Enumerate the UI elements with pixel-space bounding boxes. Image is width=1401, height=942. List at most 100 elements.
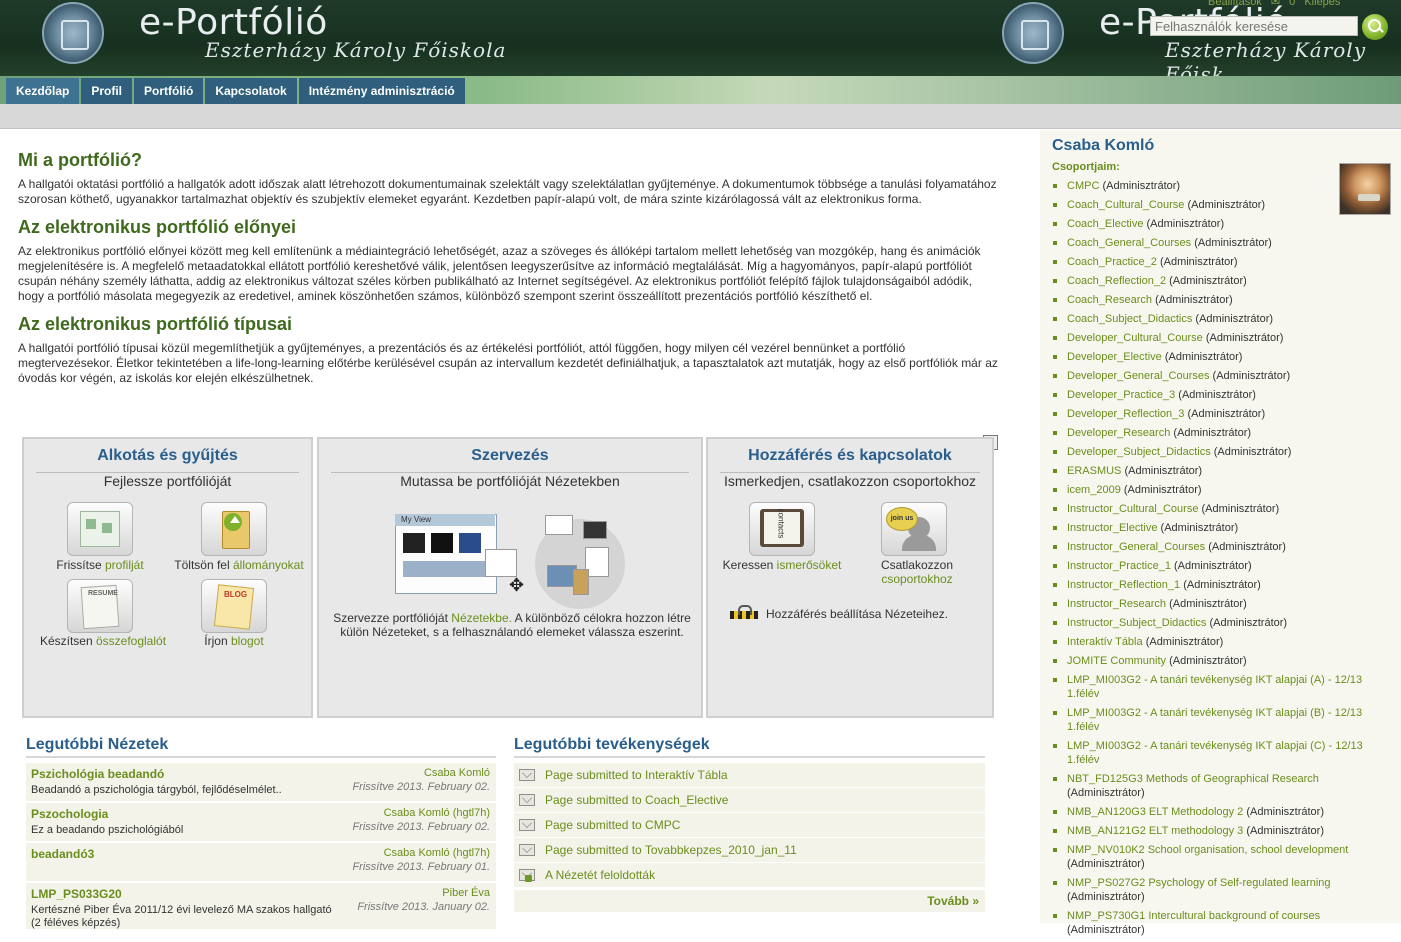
group-link[interactable]: ERASMUS [1067,465,1121,477]
group-link[interactable]: Instructor_Subject_Didactics [1067,617,1206,629]
sidebar-group-item[interactable]: Instructor_Elective (Adminisztrátor) [1052,521,1392,535]
group-link[interactable]: LMP_MI003G2 - A tanári tevékenység IKT a… [1067,740,1363,766]
activity-item[interactable]: A Nézetét feloldották [514,863,985,888]
update-profile-caption[interactable]: Frissítse profilját [44,558,156,572]
sidebar-group-item[interactable]: Coach_General_Courses (Adminisztrátor) [1052,236,1392,250]
more-activities-link[interactable]: Tovább » [514,890,985,912]
sidebar-group-item[interactable]: Developer_Elective (Adminisztrátor) [1052,350,1392,364]
group-link[interactable]: Interaktív Tábla [1067,636,1143,648]
group-link[interactable]: CMPC [1067,180,1099,192]
activity-item[interactable]: Page submitted to Tovabbkepzes_2010_jan_… [514,838,985,863]
activity-label[interactable]: Page submitted to Coach_Elective [545,793,728,807]
activity-item[interactable]: Page submitted to Interaktív Tábla [514,763,985,788]
sidebar-group-item[interactable]: Coach_Elective (Adminisztrátor) [1052,217,1392,231]
tab-profile[interactable]: Profil [81,78,133,104]
blog-link[interactable]: blogot [231,634,264,648]
sidebar-group-item[interactable]: Developer_Subject_Didactics (Adminisztrá… [1052,445,1392,459]
group-link[interactable]: Developer_Subject_Didactics [1067,446,1211,458]
group-link[interactable]: NBT_FD125G3 Methods of Geographical Rese… [1067,773,1319,785]
sidebar-group-item[interactable]: Developer_General_Courses (Adminisztráto… [1052,369,1392,383]
group-link[interactable]: NMP_NV010K2 School organisation, school … [1067,844,1348,856]
sidebar-group-item[interactable]: NBT_FD125G3 Methods of Geographical Rese… [1052,772,1392,800]
sidebar-group-item[interactable]: Instructor_Practice_1 (Adminisztrátor) [1052,559,1392,573]
group-link[interactable]: Developer_Reflection_3 [1067,408,1184,420]
sidebar-group-item[interactable]: Instructor_Reflection_1 (Adminisztrátor) [1052,578,1392,592]
sidebar-group-item[interactable]: Developer_Cultural_Course (Adminisztráto… [1052,331,1392,345]
activity-item[interactable]: Page submitted to CMPC [514,813,985,838]
group-link[interactable]: NMB_AN120G3 ELT Methodology 2 [1067,806,1243,818]
activity-label[interactable]: Page submitted to CMPC [545,818,680,832]
inbox-icon[interactable]: ✉ [1271,0,1280,8]
view-title[interactable]: Pszochologia [31,807,108,821]
profile-link[interactable]: profilját [105,558,144,572]
contacts-book-icon[interactable]: contacts [749,502,815,556]
group-link[interactable]: Coach_Elective [1067,218,1143,230]
group-link[interactable]: Developer_Elective [1067,351,1162,363]
resume-icon[interactable]: RESUME [67,579,133,633]
activity-item[interactable]: Page submitted to Coach_Elective [514,788,985,813]
sidebar-group-item[interactable]: Developer_Research (Adminisztrátor) [1052,426,1392,440]
group-link[interactable]: JOMITE Community [1067,655,1166,667]
sidebar-group-item[interactable]: NMB_AN120G3 ELT Methodology 2 (Adminiszt… [1052,805,1392,819]
tab-portfolio[interactable]: Portfólió [134,78,204,104]
search-icon[interactable] [1362,14,1388,40]
sidebar-group-item[interactable]: LMP_MI003G2 - A tanári tevékenység IKT a… [1052,673,1392,701]
group-link[interactable]: Developer_Research [1067,427,1170,439]
group-link[interactable]: Instructor_Reflection_1 [1067,579,1180,591]
group-link[interactable]: Developer_Cultural_Course [1067,332,1203,344]
sidebar-group-item[interactable]: ERASMUS (Adminisztrátor) [1052,464,1392,478]
join-groups-caption[interactable]: Csatlakozzon csoportokhoz [858,558,976,586]
sidebar-group-item[interactable]: Coach_Practice_2 (Adminisztrátor) [1052,255,1392,269]
groups-link[interactable]: csoportokhoz [881,572,952,586]
sidebar-group-item[interactable]: Developer_Practice_3 (Adminisztrátor) [1052,388,1392,402]
logout-link[interactable]: Kilépés [1304,0,1340,8]
group-link[interactable]: LMP_MI003G2 - A tanári tevékenység IKT a… [1067,674,1362,700]
view-title[interactable]: beadandó3 [31,847,94,861]
group-link[interactable]: Instructor_Elective [1067,522,1157,534]
group-link[interactable]: Coach_Research [1067,294,1152,306]
sidebar-group-item[interactable]: Interaktív Tábla (Adminisztrátor) [1052,635,1392,649]
group-link[interactable]: icem_2009 [1067,484,1121,496]
tab-home[interactable]: Kezdőlap [6,78,80,104]
sidebar-group-item[interactable]: Developer_Reflection_3 (Adminisztrátor) [1052,407,1392,421]
friends-link[interactable]: ismerősöket [777,558,842,572]
sidebar-group-item[interactable]: Instructor_General_Courses (Adminisztrát… [1052,540,1392,554]
sidebar-group-item[interactable]: NMP_PS730G1 Intercultural background of … [1052,909,1392,937]
sidebar-group-item[interactable]: Instructor_Research (Adminisztrátor) [1052,597,1392,611]
view-owner[interactable]: Csaba Komló [424,767,490,779]
list-item[interactable]: LMP_PS033G20 Kertészné Piber Éva 2011/12… [26,883,496,929]
sidebar-group-item[interactable]: Instructor_Cultural_Course (Adminisztrát… [1052,502,1392,516]
sidebar-group-item[interactable]: Coach_Reflection_2 (Adminisztrátor) [1052,274,1392,288]
files-link[interactable]: állományokat [233,558,304,572]
profile-icon[interactable] [67,502,133,556]
activity-label[interactable]: Page submitted to Interaktív Tábla [545,768,728,782]
blog-icon[interactable]: BLOG [201,579,267,633]
site-title[interactable]: e-Portfólió [139,2,328,43]
view-title[interactable]: LMP_PS033G20 [31,887,122,901]
group-link[interactable]: Instructor_Cultural_Course [1067,503,1198,515]
user-search-input[interactable] [1150,16,1358,36]
list-item[interactable]: beadandó3 Csaba Komló (hgtl7h) Frissítve… [26,843,496,881]
user-name[interactable]: Csaba Komló [1052,137,1154,155]
create-resume-caption[interactable]: Készítsen összefoglalót [30,634,176,648]
views-illustration-icon[interactable]: My View ✥ [395,509,635,609]
upload-files-caption[interactable]: Töltsön fel állományokat [164,558,314,572]
group-link[interactable]: LMP_MI003G2 - A tanári tevékenység IKT a… [1067,707,1362,733]
tab-institution-admin[interactable]: Intézmény adminisztráció [298,78,465,104]
access-settings-text[interactable]: Hozzáférés beállítása Nézeteihez. [766,607,976,621]
sidebar-group-item[interactable]: LMP_MI003G2 - A tanári tevékenység IKT a… [1052,706,1392,734]
sidebar-group-item[interactable]: Coach_Research (Adminisztrátor) [1052,293,1392,307]
group-link[interactable]: Coach_Cultural_Course [1067,199,1184,211]
activity-label[interactable]: A Nézetét feloldották [545,868,655,882]
group-link[interactable]: NMP_PS730G1 Intercultural background of … [1067,910,1320,922]
sidebar-group-item[interactable]: Coach_Cultural_Course (Adminisztrátor) [1052,198,1392,212]
group-link[interactable]: Coach_General_Courses [1067,237,1191,249]
view-owner[interactable]: Csaba Komló (hgtl7h) [384,847,490,859]
sidebar-group-item[interactable]: JOMITE Community (Adminisztrátor) [1052,654,1392,668]
sidebar-group-item[interactable]: Instructor_Subject_Didactics (Adminisztr… [1052,616,1392,630]
write-blog-caption[interactable]: Írjon blogot [194,634,274,648]
group-link[interactable]: Developer_General_Courses [1067,370,1209,382]
inbox-count[interactable]: 0 [1289,0,1295,8]
sidebar-group-item[interactable]: NMB_AN121G2 ELT methodology 3 (Adminiszt… [1052,824,1392,838]
group-link[interactable]: NMP_PS027G2 Psychology of Self-regulated… [1067,877,1331,889]
